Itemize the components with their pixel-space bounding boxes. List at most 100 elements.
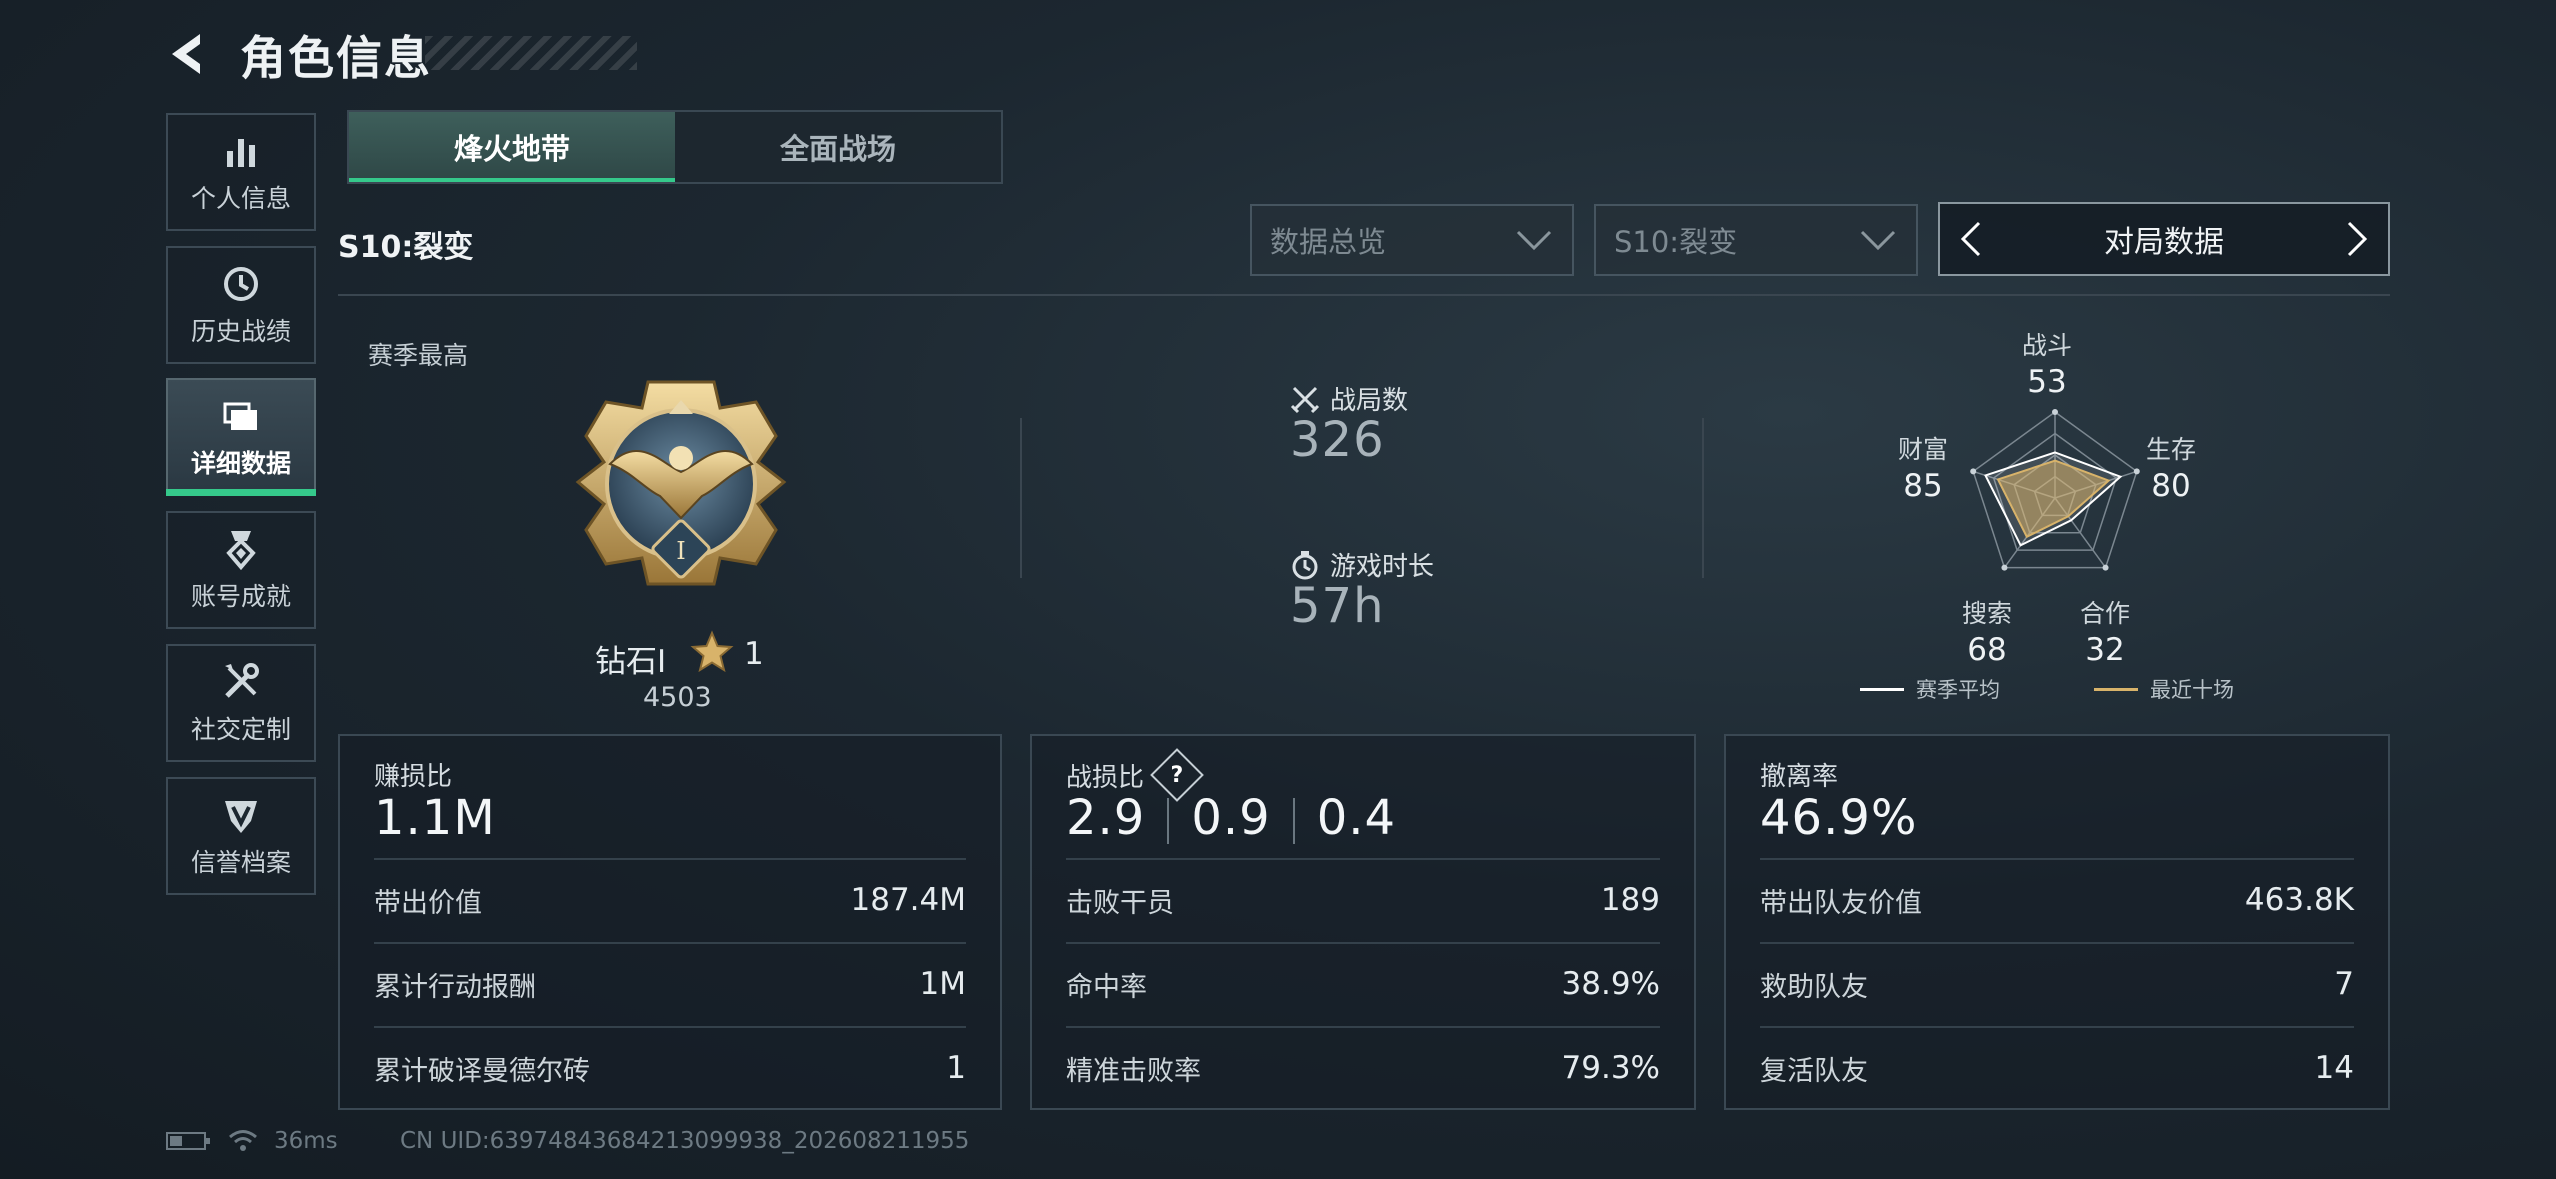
mode-tabs: 烽火地带 全面战场 — [347, 110, 1003, 184]
stat-label: 累计行动报酬 — [374, 971, 536, 1003]
stat-label: 累计破译曼德尔砖 — [374, 1055, 590, 1087]
medal-icon — [226, 531, 256, 571]
tab-battlefield[interactable]: 全面战场 — [675, 112, 1001, 182]
card-title-text: 撤离率 — [1760, 762, 1839, 792]
rank-points: 4503 — [643, 682, 712, 713]
sidebar-item-label: 社交定制 — [190, 715, 291, 744]
battery-icon — [166, 1132, 210, 1150]
legend-swatch — [1860, 687, 1904, 691]
stat-value: 79.3% — [1561, 1050, 1660, 1086]
divider — [338, 294, 2390, 296]
value-separator — [1292, 798, 1295, 844]
radar-label-wealth: 财富 — [1897, 435, 1948, 464]
data-type-label: 对局数据 — [2104, 225, 2224, 260]
kd-value: 2.9 — [1066, 790, 1146, 846]
rank-name: 钻石I — [595, 644, 667, 680]
sidebar-item-label: 个人信息 — [190, 184, 291, 213]
chevron-down-icon — [1860, 230, 1896, 251]
radar-label-search: 搜索 — [1961, 599, 2012, 628]
stat-value: 187.4M — [850, 882, 967, 918]
sidebar-item-social[interactable]: 社交定制 — [166, 644, 316, 762]
radar-vertex-dot — [2052, 409, 2058, 415]
stat-label: 精准击败率 — [1066, 1055, 1201, 1087]
divider — [1020, 418, 1022, 578]
stat-row: 复活队友 14 — [1760, 1026, 2354, 1108]
folder-stack-icon — [223, 402, 257, 430]
history-clock-icon — [224, 267, 258, 301]
stat-row: 命中率 38.9% — [1066, 942, 1660, 1024]
card-big-value: 1.1M — [374, 790, 496, 846]
card-title-text: 战损比 — [1066, 762, 1145, 793]
matches-value: 326 — [1290, 412, 1385, 468]
star-count: 1 — [744, 636, 764, 672]
stat-value: 189 — [1600, 882, 1660, 918]
sidebar-item-reputation[interactable]: 信誉档案 — [166, 777, 316, 895]
radar-value-cooperation: 32 — [2085, 632, 2125, 668]
bar-chart-icon — [227, 139, 255, 167]
sidebar-item-history[interactable]: 历史战绩 — [166, 246, 316, 364]
tab-warzone[interactable]: 烽火地带 — [349, 112, 675, 182]
kd-value: 0.4 — [1316, 790, 1397, 846]
next-button[interactable] — [2328, 204, 2388, 274]
stat-label: 带出队友价值 — [1760, 887, 1922, 919]
sidebar-item-label: 账号成就 — [190, 582, 291, 611]
stat-value: 1M — [919, 966, 966, 1002]
stat-label: 救助队友 — [1760, 971, 1868, 1003]
radar-label-cooperation: 合作 — [2079, 599, 2130, 628]
stat-value: 463.8K — [2244, 882, 2354, 918]
crossed-swords-icon — [1290, 386, 1320, 413]
stat-value: 7 — [2334, 966, 2354, 1002]
kd-values: 2.9 0.9 0.4 — [1066, 790, 1396, 846]
extraction-card: 撤离率 46.9% 带出队友价值 463.8K 救助队友 7 复活队友 14 — [1724, 734, 2390, 1110]
sidebar-item-achievements[interactable]: 账号成就 — [166, 511, 316, 629]
page-title: 角色信息 — [240, 31, 432, 85]
stat-row: 带出价值 187.4M — [374, 858, 966, 940]
rank-emblem: I — [575, 380, 787, 586]
chevron-down-icon — [1516, 230, 1552, 251]
legend-season-average: 赛季平均 — [1860, 674, 2000, 704]
dropdown-value: S10:裂变 — [1614, 225, 1738, 259]
legend-label: 赛季平均 — [1916, 678, 2000, 702]
sidebar-item-personal-info[interactable]: 个人信息 — [166, 113, 316, 231]
chevron-left-icon — [1960, 221, 1981, 257]
sidebar-item-label: 详细数据 — [190, 449, 291, 478]
stat-value: 14 — [2314, 1050, 2354, 1086]
wrench-screwdriver-icon — [225, 663, 259, 698]
sidebar-item-detailed-data[interactable]: 详细数据 — [166, 378, 316, 496]
legend-label: 最近十场 — [2150, 678, 2234, 702]
legend-recent-ten: 最近十场 — [2094, 674, 2234, 704]
back-button[interactable] — [160, 28, 216, 80]
season-best-label: 赛季最高 — [368, 341, 469, 370]
overview-dropdown[interactable]: 数据总览 — [1250, 204, 1574, 276]
data-type-selector: 对局数据 — [1938, 202, 2390, 276]
playtime-value: 57h — [1290, 578, 1385, 634]
stat-label: 带出价值 — [374, 887, 482, 919]
season-dropdown[interactable]: S10:裂变 — [1594, 204, 1918, 276]
radar-label-combat: 战斗 — [2021, 331, 2072, 360]
kd-value: 0.9 — [1191, 790, 1271, 846]
title-decoration — [425, 36, 637, 70]
star-icon — [690, 630, 734, 673]
chevron-right-icon — [2347, 221, 2368, 257]
radar-vertex-dot — [2102, 564, 2109, 571]
radar-label-survival: 生存 — [2145, 435, 2196, 464]
stat-row: 精准击败率 79.3% — [1066, 1026, 1660, 1108]
card-title-text: 赚损比 — [374, 762, 453, 792]
shield-badge-icon — [225, 801, 257, 833]
stat-row: 累计行动报酬 1M — [374, 942, 966, 1024]
radar-value-survival: 80 — [2151, 468, 2191, 504]
sidebar-item-label: 历史战绩 — [190, 317, 291, 346]
profit-loss-card: 赚损比 1.1M 带出价值 187.4M 累计行动报酬 1M 累计破译曼德尔砖 1 — [338, 734, 1002, 1110]
prev-button[interactable] — [1940, 204, 2000, 274]
value-separator — [1167, 798, 1170, 844]
stat-label: 命中率 — [1066, 971, 1147, 1003]
status-bar: 36ms — [166, 1128, 338, 1154]
radar-value-search: 68 — [1967, 632, 2007, 668]
stat-row: 击败干员 189 — [1066, 858, 1660, 940]
stat-label: 复活队友 — [1760, 1055, 1868, 1087]
stat-row: 带出队友价值 463.8K — [1760, 858, 2354, 940]
card-big-value: 46.9% — [1760, 790, 1918, 846]
legend-swatch — [2094, 687, 2138, 691]
sidebar-item-label: 信誉档案 — [190, 848, 291, 877]
card-title: 战损比 ? — [1066, 748, 1204, 802]
